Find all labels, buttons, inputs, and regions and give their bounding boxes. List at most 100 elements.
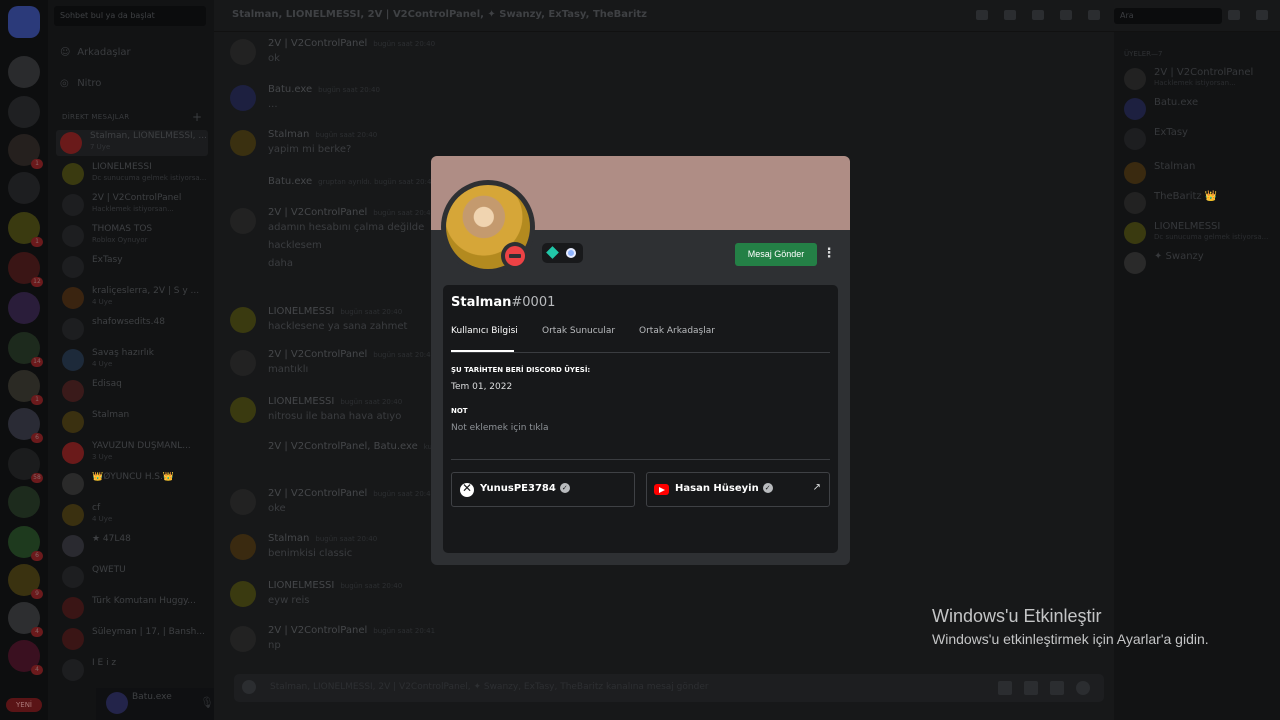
message-author[interactable]: 2V | V2ControlPanel bugün saat 20:40 — [268, 38, 435, 49]
gif-icon[interactable] — [1024, 681, 1038, 695]
dm-list-item[interactable]: Savaş hazırlık 4 Üye — [58, 347, 210, 373]
tab-user-info[interactable]: Kullanıcı Bilgisi — [451, 326, 518, 336]
avatar[interactable] — [230, 307, 256, 333]
avatar[interactable] — [230, 534, 256, 560]
dm-list-item[interactable]: 👑ØYUNCU H.S.👑 — [58, 471, 210, 497]
dm-list-item[interactable]: LIONELMESSI Dc sunucuma gelmek istiyorsa.… — [58, 161, 210, 187]
message-author[interactable]: Stalman bugün saat 20:40 — [268, 533, 377, 544]
message-author[interactable]: 2V | V2ControlPanel bugün saat 20:40 — [268, 488, 435, 499]
tab-mutual-servers[interactable]: Ortak Sunucular — [542, 326, 615, 336]
pin-icon[interactable] — [1032, 10, 1044, 20]
dm-list-item[interactable]: THOMAS TOS Roblox Oynuyor — [58, 223, 210, 249]
add-attachment-icon[interactable] — [242, 680, 256, 694]
message-author[interactable]: Batu.exe bugün saat 20:40 — [268, 84, 380, 95]
server-icon[interactable] — [8, 486, 40, 518]
avatar[interactable] — [230, 130, 256, 156]
search-input[interactable]: Ara — [1114, 8, 1222, 24]
server-icon[interactable]: 1 — [8, 370, 43, 405]
nitro-badge-icon[interactable] — [566, 248, 576, 258]
tab-mutual-friends[interactable]: Ortak Arkadaşlar — [639, 326, 715, 336]
dm-list-item[interactable]: Süleyman | 17, | Bansh... — [58, 626, 210, 652]
server-icon[interactable]: 12 — [8, 252, 43, 287]
server-icon[interactable]: 4 — [8, 640, 43, 675]
dm-list-item[interactable]: 2V | V2ControlPanel Hacklemek istiyorsan.… — [58, 192, 210, 218]
server-icon[interactable]: 6 — [8, 526, 43, 561]
dm-list-item[interactable]: Edisaq — [58, 378, 210, 404]
server-icon[interactable] — [8, 172, 40, 204]
note-input[interactable]: Not eklemek için tıkla — [451, 423, 549, 433]
dm-list-item[interactable]: cf 4 Üye — [58, 502, 210, 528]
sticker-icon[interactable] — [1050, 681, 1064, 695]
message-author[interactable]: LIONELMESSI bugün saat 20:40 — [268, 580, 402, 591]
dm-list-item[interactable]: ExTasy — [58, 254, 210, 280]
hypesquad-badge-icon[interactable] — [546, 246, 559, 259]
server-icon[interactable] — [8, 56, 40, 88]
avatar[interactable] — [106, 692, 128, 714]
avatar[interactable] — [230, 489, 256, 515]
message-author[interactable]: Batu.exe gruptan ayrıldı. bugün saat 20:4… — [268, 176, 436, 187]
message-author[interactable]: 2V | V2ControlPanel bugün saat 20:40 — [268, 349, 435, 360]
dm-list-item[interactable]: Türk Komutanı Huggy... — [58, 595, 210, 621]
server-icon[interactable]: 1 — [8, 212, 43, 247]
dm-search-input[interactable]: Sohbet bul ya da başlat — [54, 6, 206, 26]
avatar[interactable] — [230, 626, 256, 652]
create-dm-icon[interactable]: + — [192, 110, 202, 124]
message-author[interactable]: LIONELMESSI bugün saat 20:40 — [268, 306, 402, 317]
avatar[interactable] — [230, 581, 256, 607]
message-author[interactable]: LIONELMESSI bugün saat 20:40 — [268, 396, 402, 407]
dm-list-item[interactable]: ★ 47L48 — [58, 533, 210, 559]
server-icon[interactable]: 6 — [8, 408, 43, 443]
video-icon[interactable] — [1004, 10, 1016, 20]
server-icon[interactable]: 14 — [8, 332, 43, 367]
more-options-icon[interactable]: ⋮ — [821, 246, 837, 264]
dm-list-item[interactable]: Stalman — [58, 409, 210, 435]
member-item[interactable]: Batu.exe — [1122, 96, 1272, 120]
connection-name: YunusPE3784 ✓ — [480, 483, 570, 494]
mic-icon[interactable]: 🎙 — [200, 696, 214, 709]
server-icon[interactable]: 1 — [8, 134, 43, 169]
message-author[interactable]: 2V | V2ControlPanel bugün saat 20:41 — [268, 625, 435, 636]
members-icon[interactable] — [1088, 10, 1100, 20]
member-item[interactable]: 2V | V2ControlPanel Hacklemek istiyorsan.… — [1122, 66, 1272, 90]
divider — [451, 459, 830, 460]
send-message-button[interactable]: Mesaj Gönder — [735, 243, 817, 266]
home-button[interactable] — [8, 6, 40, 38]
dm-list-item[interactable]: İ E i z — [58, 657, 210, 683]
avatar[interactable] — [230, 39, 256, 65]
member-item[interactable]: Stalman — [1122, 160, 1272, 184]
new-badge[interactable]: YENİ — [6, 698, 42, 712]
dm-list-item[interactable]: kraliçeslerra, 2V | S y ... 4 Üye — [58, 285, 210, 311]
dm-list-item[interactable]: QWETU — [58, 564, 210, 590]
friends-link[interactable]: ☺ Arkadaşlar — [60, 47, 131, 58]
avatar[interactable] — [230, 350, 256, 376]
server-icon[interactable]: 4 — [8, 602, 43, 637]
avatar[interactable] — [230, 397, 256, 423]
server-icon[interactable]: 58 — [8, 448, 43, 483]
dm-list-item[interactable]: YAVUZUN DÜŞMANL... 3 Üye — [58, 440, 210, 466]
avatar — [1124, 252, 1146, 274]
message-author[interactable]: Stalman bugün saat 20:40 — [268, 129, 377, 140]
emoji-icon[interactable] — [1076, 681, 1090, 695]
external-link-icon[interactable]: ↗ — [813, 482, 821, 493]
connection-youtube[interactable]: Hasan Hüseyin ✓ ↗ — [646, 472, 830, 507]
server-icon[interactable] — [8, 292, 40, 324]
help-icon[interactable] — [1256, 10, 1268, 20]
member-item[interactable]: ✦ Swanzy — [1122, 250, 1272, 274]
dm-list-item[interactable]: shafowsedits.48 — [58, 316, 210, 342]
gift-icon[interactable] — [998, 681, 1012, 695]
call-icon[interactable] — [976, 10, 988, 20]
message-input[interactable]: Stalman, LIONELMESSI, 2V | V2ControlPane… — [234, 674, 1104, 702]
message-author[interactable]: 2V | V2ControlPanel bugün saat 20:40 — [268, 207, 435, 218]
server-icon[interactable] — [8, 96, 40, 128]
add-member-icon[interactable] — [1060, 10, 1072, 20]
dm-list-item[interactable]: Stalman, LIONELMESSI, ... 7 Üye — [56, 130, 208, 156]
inbox-icon[interactable] — [1228, 10, 1240, 20]
nitro-link[interactable]: ◎ Nitro — [60, 78, 101, 89]
server-icon[interactable]: 9 — [8, 564, 43, 599]
member-item[interactable]: LIONELMESSI Dc sunucuma gelmek istiyorsa.… — [1122, 220, 1272, 244]
avatar[interactable] — [230, 208, 256, 234]
connection-xbox[interactable]: ✕ YunusPE3784 ✓ — [451, 472, 635, 507]
member-item[interactable]: ExTasy — [1122, 126, 1272, 150]
member-item[interactable]: TheBaritz 👑 — [1122, 190, 1272, 214]
avatar[interactable] — [230, 85, 256, 111]
